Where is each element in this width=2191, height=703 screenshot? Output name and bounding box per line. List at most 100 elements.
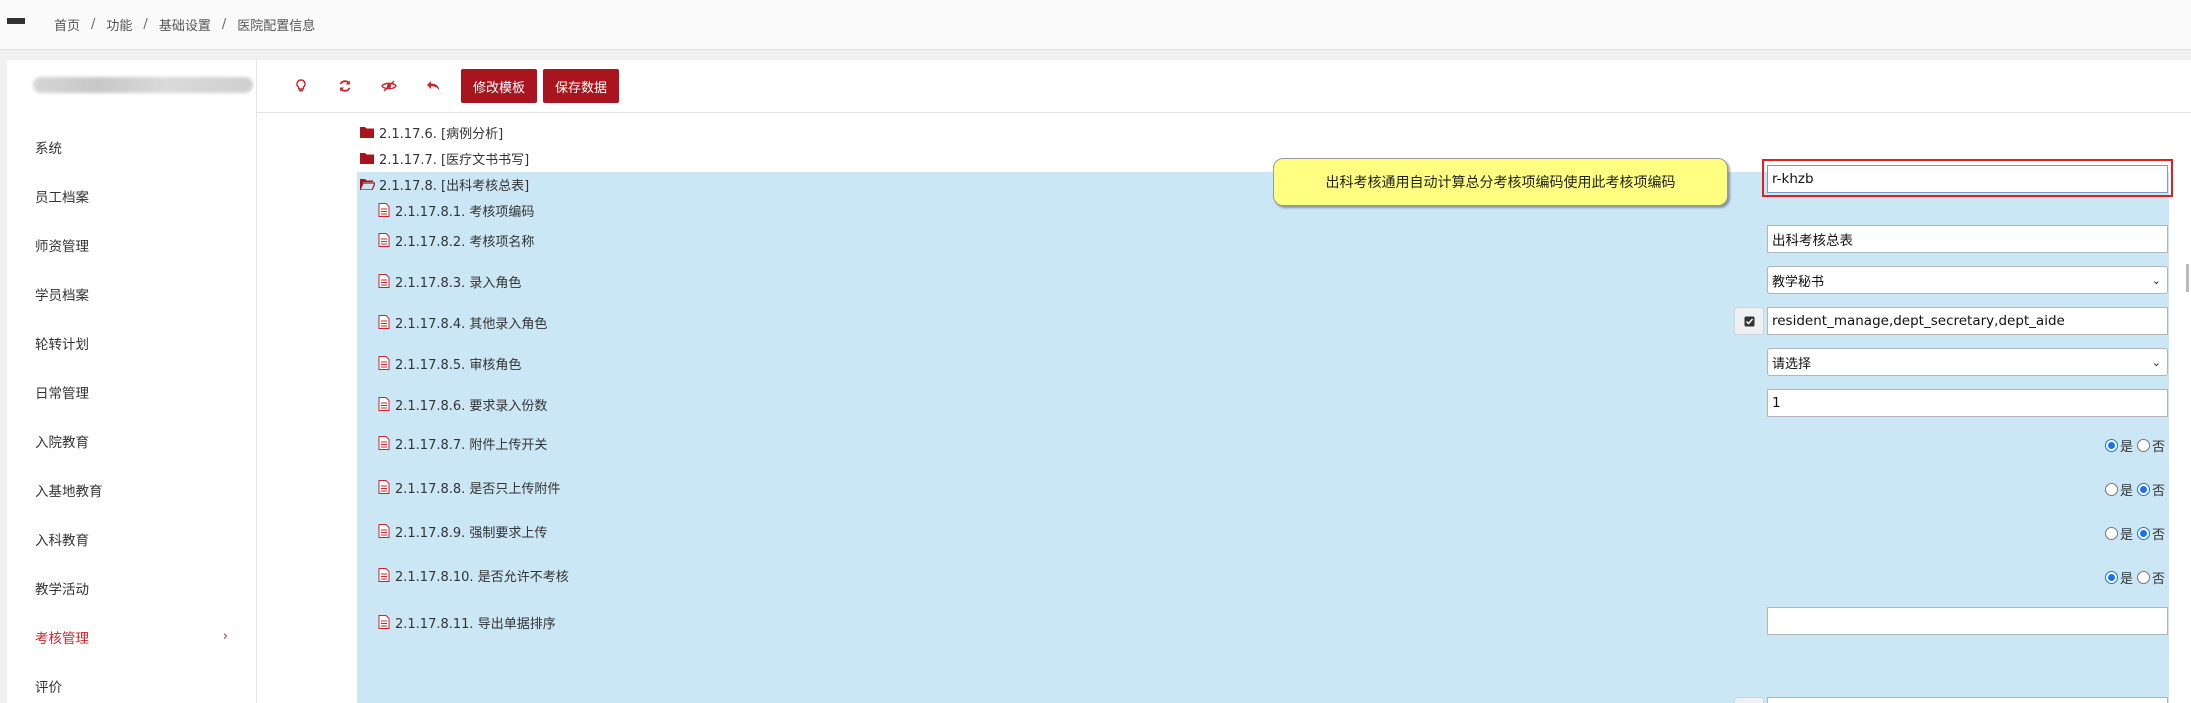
tree-item-label: 2.1.17.8.6. 要求录入份数 [395, 398, 548, 414]
sidebar-item-label: 教学活动 [35, 581, 89, 598]
radio-no[interactable] [2136, 439, 2150, 452]
tree-item: 2.1.17.8.7. 附件上传开关 [378, 428, 547, 458]
tree-item: 2.1.17.8.4. 其他录入角色 [378, 307, 547, 337]
sidebar-item-rotation-plan[interactable]: 轮转计划 [7, 318, 256, 367]
tooltip-text: 出科考核通用自动计算总分考核项编码使用此考核项编码 [1325, 175, 1676, 191]
tree-item-label: 2.1.17.8.8. 是否只上传附件 [395, 481, 561, 497]
next-multi-select-button[interactable] [1734, 697, 1764, 703]
sidebar-item-label: 入院教育 [35, 434, 89, 451]
radio-yes[interactable] [2104, 527, 2118, 540]
sidebar-item-label: 系统 [35, 140, 62, 157]
folder-closed-icon [360, 126, 375, 138]
sidebar-item-base-orientation[interactable]: 入基地教育 [7, 465, 256, 514]
sidebar-item-evaluation[interactable]: 评价 [7, 661, 256, 703]
radio-no[interactable] [2136, 527, 2150, 540]
tree-item: 2.1.17.8.3. 录入角色 [378, 266, 521, 296]
sidebar-item-label: 考核管理 [35, 630, 89, 647]
undo-icon[interactable] [417, 69, 449, 103]
tree-item: 2.1.17.8.10. 是否允许不考核 [378, 560, 569, 590]
tree-item: 2.1.17.8.6. 要求录入份数 [378, 389, 547, 419]
tree-item-label: 2.1.17.8.2. 考核项名称 [395, 234, 535, 250]
radio-yes-label: 是 [2119, 484, 2133, 499]
radio-no-label: 否 [2151, 440, 2165, 455]
breadcrumb-separator: / [91, 17, 96, 32]
eye-slash-icon[interactable] [373, 69, 405, 103]
input-value: resident_manage,dept_secretary,dept_aide [1772, 313, 2065, 329]
tree-item: 2.1.17.8.2. 考核项名称 [378, 225, 534, 255]
save-data-button[interactable]: 保存数据 [543, 69, 620, 103]
hint-tooltip: 出科考核通用自动计算总分考核项编码使用此考核项编码 [1273, 158, 1728, 206]
scrollbar[interactable] [2186, 264, 2189, 292]
tree-item: 2.1.17.8.5. 审核角色 [378, 348, 521, 378]
document-icon [378, 480, 390, 494]
input-value: r-khzb [1772, 171, 1814, 187]
folder-closed-icon [360, 152, 375, 164]
item-code-input[interactable]: r-khzb [1767, 165, 2168, 193]
review-role-select[interactable]: 请选择 ⌄ [1767, 348, 2168, 376]
radio-yes[interactable] [2104, 571, 2118, 584]
top-bar: 首页 / 功能 / 基础设置 / 医院配置信息 [0, 0, 2191, 50]
select-value: 教学秘书 [1772, 274, 1825, 290]
attachment-only-radio-group: 是 否 [2104, 480, 2169, 499]
multi-select-button[interactable] [1734, 307, 1764, 335]
chevron-right-icon: › [222, 629, 228, 644]
sidebar-item-staff-files[interactable]: 员工档案 [7, 171, 256, 220]
tree-item-label: 2.1.17.8.5. 审核角色 [395, 357, 522, 373]
menu-toggle-button[interactable] [0, 0, 32, 50]
other-roles-input[interactable]: resident_manage,dept_secretary,dept_aide [1767, 307, 2168, 335]
breadcrumb-home[interactable]: 首页 [54, 15, 80, 34]
sidebar-item-label: 轮转计划 [35, 336, 89, 353]
check-square-icon [1744, 316, 1754, 326]
sidebar-item-assessment[interactable]: 考核管理 › [7, 612, 256, 661]
sidebar-item-faculty[interactable]: 师资管理 [7, 220, 256, 269]
lightbulb-icon[interactable] [285, 69, 317, 103]
required-count-input[interactable]: 1 [1767, 389, 2168, 417]
tree-item: 2.1.17.8.1. 考核项编码 [378, 195, 534, 225]
sidebar-item-hospital-orientation[interactable]: 入院教育 [7, 416, 256, 465]
sidebar-item-label: 入基地教育 [35, 483, 103, 500]
sidebar-item-system[interactable]: 系统 [7, 122, 256, 171]
document-icon [378, 203, 390, 217]
edit-template-button[interactable]: 修改模板 [461, 69, 538, 103]
breadcrumb-features[interactable]: 功能 [106, 15, 132, 34]
radio-no-label: 否 [2151, 572, 2165, 587]
sidebar-item-label: 入科教育 [35, 532, 89, 549]
refresh-icon[interactable] [329, 69, 361, 103]
breadcrumb-basic-settings[interactable]: 基础设置 [159, 15, 211, 34]
tree-item: 2.1.17.8.9. 强制要求上传 [378, 516, 547, 546]
tree-item-label: 2.1.17.8.1. 考核项编码 [395, 204, 535, 220]
radio-yes[interactable] [2104, 483, 2118, 496]
tree-item: 2.1.17.8.8. 是否只上传附件 [378, 472, 560, 502]
radio-no[interactable] [2136, 571, 2150, 584]
sidebar-item-label: 评价 [35, 679, 62, 696]
item-name-input[interactable]: 出科考核总表 [1767, 225, 2168, 253]
document-icon [378, 356, 390, 370]
radio-yes-label: 是 [2119, 528, 2133, 543]
radio-yes[interactable] [2104, 439, 2118, 452]
radio-no[interactable] [2136, 483, 2150, 496]
sidebar-item-label: 学员档案 [35, 287, 89, 304]
config-tree: 2.1.17.6. [病例分析] 2.1.17.7. [医疗文书书写] 2.1.… [257, 114, 2191, 703]
main-content: 修改模板 保存数据 2.1.17.6. [病例分析] 2.1.17.7. [医疗… [257, 60, 2191, 703]
document-icon [378, 397, 390, 411]
tree-item-label: 2.1.17.8.9. 强制要求上传 [395, 525, 548, 541]
document-icon [378, 615, 390, 629]
force-upload-radio-group: 是 否 [2104, 524, 2169, 543]
brand-logo [7, 60, 256, 110]
breadcrumb: 首页 / 功能 / 基础设置 / 医院配置信息 [54, 15, 315, 34]
sidebar-item-teaching[interactable]: 教学活动 [7, 563, 256, 612]
entry-role-select[interactable]: 教学秘书 ⌄ [1767, 266, 2168, 294]
document-icon [378, 315, 390, 329]
input-value: 1 [1772, 395, 1781, 411]
sidebar-item-daily[interactable]: 日常管理 [7, 367, 256, 416]
sidebar-item-dept-orientation[interactable]: 入科教育 [7, 514, 256, 563]
radio-no-label: 否 [2151, 528, 2165, 543]
attachment-switch-radio-group: 是 否 [2104, 436, 2169, 455]
export-sort-input[interactable] [1767, 607, 2168, 635]
document-icon [378, 568, 390, 582]
tree-item-label: 2.1.17.8.3. 录入角色 [395, 275, 522, 291]
sidebar-item-student-files[interactable]: 学员档案 [7, 269, 256, 318]
tree-item-label: 2.1.17.8.4. 其他录入角色 [395, 316, 548, 332]
next-field-input[interactable] [1767, 697, 2168, 703]
document-icon [378, 436, 390, 450]
